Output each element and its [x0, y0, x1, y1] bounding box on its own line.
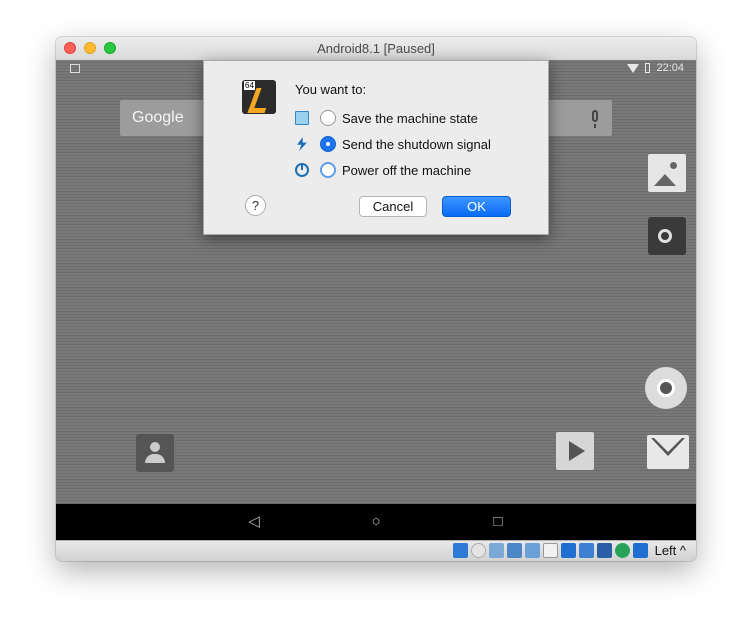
mouse-integration-icon[interactable]	[614, 543, 630, 558]
shared-folders-icon[interactable]	[542, 543, 558, 558]
back-button[interactable]: ◁	[244, 513, 264, 531]
audio-icon[interactable]	[488, 543, 504, 558]
option-power-off[interactable]: Power off the machine	[295, 160, 471, 180]
guest-additions-icon[interactable]	[632, 543, 648, 558]
virtualbox-icon: 64	[242, 80, 276, 114]
save-state-radio[interactable]	[320, 110, 336, 126]
shutdown-signal-icon	[297, 137, 307, 151]
gallery-icon[interactable]	[648, 154, 686, 192]
notification-icon	[70, 64, 80, 73]
android-nav-bar: ◁ ○ □	[56, 504, 696, 540]
title-bar[interactable]: Android8.1 [Paused]	[56, 37, 696, 61]
play-store-icon[interactable]	[556, 432, 594, 470]
host-key-indicator[interactable]: Left ^	[655, 543, 686, 558]
status-time: 22:04	[656, 62, 684, 74]
usb-icon[interactable]	[524, 543, 540, 558]
gmail-icon[interactable]	[647, 435, 689, 469]
shutdown-signal-label[interactable]: Send the shutdown signal	[342, 137, 491, 152]
shutdown-signal-radio[interactable]	[320, 136, 336, 152]
chrome-icon[interactable]	[645, 367, 687, 409]
window-title: Android8.1 [Paused]	[317, 41, 435, 56]
music-icon[interactable]	[648, 217, 686, 255]
help-button[interactable]: ?	[245, 195, 266, 216]
status-tray: Left ^	[452, 543, 686, 558]
video-capture-icon[interactable]	[578, 543, 594, 558]
power-off-icon	[295, 163, 309, 177]
optical-drive-icon[interactable]	[470, 543, 486, 558]
cancel-button[interactable]: Cancel	[359, 196, 427, 217]
cpu-icon[interactable]	[596, 543, 612, 558]
close-vm-dialog: 64 You want to: Save the machine state S…	[203, 60, 549, 235]
contacts-icon[interactable]	[136, 434, 174, 472]
recents-button[interactable]: □	[488, 513, 508, 531]
home-button[interactable]: ○	[366, 513, 386, 531]
wifi-icon	[627, 63, 640, 73]
microphone-icon[interactable]	[592, 110, 598, 128]
vm-status-bar: Left ^	[56, 540, 696, 561]
save-state-icon	[295, 111, 309, 125]
power-off-radio[interactable]	[320, 162, 336, 178]
display-icon[interactable]	[560, 543, 576, 558]
battery-icon	[645, 63, 651, 73]
google-logo: Google	[132, 109, 184, 126]
option-save-state[interactable]: Save the machine state	[295, 108, 478, 128]
network-icon[interactable]	[506, 543, 522, 558]
power-off-label[interactable]: Power off the machine	[342, 163, 471, 178]
ok-button[interactable]: OK	[442, 196, 511, 217]
hard-disk-icon[interactable]	[452, 543, 468, 558]
option-shutdown-signal[interactable]: Send the shutdown signal	[295, 134, 491, 154]
save-state-label[interactable]: Save the machine state	[342, 111, 478, 126]
android-status-bar: 22:04	[627, 62, 684, 74]
dialog-prompt: You want to:	[295, 82, 367, 97]
